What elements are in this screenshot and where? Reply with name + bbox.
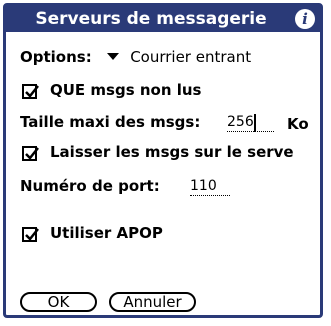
options-dropdown[interactable]: Courrier entrant — [97, 48, 251, 66]
port-input[interactable]: 110 — [190, 177, 230, 196]
options-label: Options: — [20, 48, 92, 66]
info-icon[interactable]: i — [295, 9, 315, 29]
apop-checkbox[interactable] — [22, 227, 39, 242]
checkmark-icon — [25, 147, 39, 160]
ok-button[interactable]: OK — [20, 292, 97, 312]
leave-on-server-checkbox[interactable] — [22, 146, 39, 161]
port-value: 110 — [190, 178, 217, 194]
dropdown-arrow-icon — [106, 53, 119, 60]
leave-on-server-label: Laisser les msgs sur le serve — [50, 143, 294, 161]
checkmark-icon — [25, 228, 39, 241]
text-cursor — [254, 114, 256, 132]
title-bar: Serveurs de messagerie i — [6, 6, 320, 32]
unread-only-label: QUE msgs non lus — [50, 81, 202, 99]
max-size-value: 256 — [227, 114, 254, 130]
unread-only-checkbox[interactable] — [22, 84, 39, 99]
cancel-button[interactable]: Annuler — [109, 292, 196, 312]
checkmark-icon — [25, 85, 39, 98]
dialog-title: Serveurs de messagerie — [35, 9, 267, 29]
max-size-unit: Ko — [287, 115, 309, 133]
max-size-label: Taille maxi des msgs: — [20, 113, 201, 131]
port-label: Numéro de port: — [20, 177, 160, 195]
options-selected-value: Courrier entrant — [130, 48, 252, 66]
options-row: Options: Courrier entrant — [20, 48, 251, 66]
apop-label: Utiliser APOP — [50, 224, 163, 242]
max-size-input[interactable]: 256 — [227, 113, 274, 132]
